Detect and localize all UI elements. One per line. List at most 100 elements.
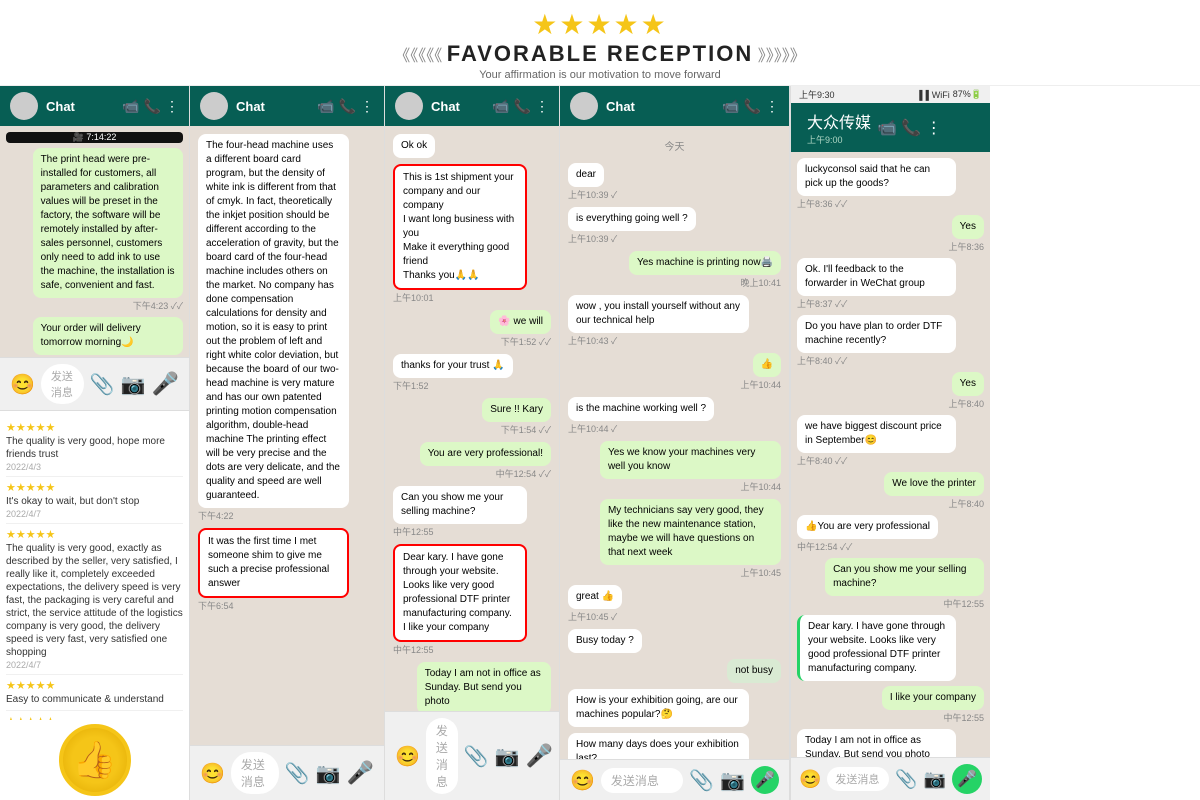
chat1-header: Chat 📹 📞 ⋮ xyxy=(0,86,189,126)
msg-bubble: thanks for your trust 🙏 xyxy=(393,354,513,378)
chat1-icons: 📹 📞 ⋮ xyxy=(122,98,179,115)
battery-icon: 87%🔋 xyxy=(953,89,982,100)
msg-bubble: Today I am not in office as Sunday. But … xyxy=(417,662,551,711)
msg-time: 中午12:55 xyxy=(943,597,984,610)
emoji-icon[interactable]: 😊 xyxy=(395,744,420,769)
msg-time: 中午12:55 xyxy=(393,525,434,538)
emoji-icon[interactable]: 😊 xyxy=(799,769,821,790)
right-chat-name: 大众传媒 xyxy=(807,109,871,133)
msg-row: I like your company 中午12:55 xyxy=(882,686,984,724)
wifi-icon: WiFi xyxy=(932,90,950,100)
star-rating: ★★★★★ xyxy=(0,8,1200,41)
msg-bubble: Your order will delivery tomorrow mornin… xyxy=(33,317,183,355)
send-icon[interactable]: 🎤 xyxy=(347,760,374,786)
camera-icon[interactable]: 📷 xyxy=(316,761,341,786)
msg-bubble: Yes we know your machines very well you … xyxy=(600,441,781,479)
msg-bubble: The four-head machine uses a different b… xyxy=(198,134,349,508)
msg-time: 上午8:40 xyxy=(948,497,984,510)
page-title: FAVORABLE RECEPTION xyxy=(447,41,754,66)
review-stars: ★★★★★ xyxy=(6,528,183,541)
attach-icon[interactable]: 📎 xyxy=(689,768,714,793)
msg-row: Yes 上午8:40 xyxy=(948,372,984,410)
msg-row: dear 上午10:39 ✓ xyxy=(568,163,617,201)
msg-row: Do you have plan to order DTF machine re… xyxy=(797,315,956,367)
attach-icon[interactable]: 📎 xyxy=(895,769,917,790)
msg-bubble: Busy today ? xyxy=(568,629,642,653)
msg-bubble: The print head were pre-installed for cu… xyxy=(33,148,183,298)
msg-bubble: Today I am not in office as Sunday. But … xyxy=(797,729,956,757)
camera-icon[interactable]: 📷 xyxy=(121,372,146,397)
msg-time: 下午1:54 ✓✓ xyxy=(501,423,551,436)
msg-row: luckyconsol said that he can pick up the… xyxy=(797,158,956,210)
panel-chat3: Chat 📹 📞 ⋮ Ok ok This is 1st shipment yo… xyxy=(385,86,560,800)
msg-time: 下午1:52 ✓✓ xyxy=(501,335,551,348)
message-input[interactable]: 发送消息 xyxy=(426,718,458,794)
msg-bubble: Dear kary. I have gone through your webs… xyxy=(797,615,956,681)
emoji-icon[interactable]: 😊 xyxy=(200,761,225,786)
message-input[interactable]: 发送消息 xyxy=(827,767,889,791)
camera-icon[interactable]: 📷 xyxy=(495,744,520,769)
msg-bubble: Do you have plan to order DTF machine re… xyxy=(797,315,956,353)
review-item: ★★★★★ It's okay to wait, but don't stop … xyxy=(6,477,183,524)
msg-time: 中午12:55 xyxy=(393,643,434,656)
right-chevrons: 》》》》》 xyxy=(758,48,806,65)
msg-bubble: Can you show me your selling machine? xyxy=(393,486,527,524)
right-chat-time: 上午9:00 xyxy=(807,133,871,146)
msg-bubble: dear xyxy=(568,163,604,187)
send-icon[interactable]: 🎤 xyxy=(152,371,179,397)
msg-bubble: Sure !! Kary xyxy=(482,398,551,422)
msg-time: 中午12:55 xyxy=(943,711,984,724)
review-text: Easy to communicate & understand xyxy=(6,693,183,706)
send-icon[interactable]: 🎤 xyxy=(751,766,779,794)
msg-time: 上午8:40 xyxy=(948,397,984,410)
message-input[interactable]: 发送消息 xyxy=(41,364,84,404)
panel-chat2: Chat 📹 📞 ⋮ The four-head machine uses a … xyxy=(190,86,385,800)
send-button[interactable]: 🎤 xyxy=(952,764,982,794)
msg-row: How is your exhibition going, are our ma… xyxy=(568,689,749,727)
chat2-body: The four-head machine uses a different b… xyxy=(190,126,384,745)
avatar xyxy=(395,92,423,120)
msg-bubble-highlighted: Dear kary. I have gone through your webs… xyxy=(393,544,527,642)
chat3-header: Chat 📹 📞 ⋮ xyxy=(385,86,559,126)
message-input[interactable]: 发送消息 xyxy=(601,768,683,793)
emoji-icon[interactable]: 😊 xyxy=(10,372,35,397)
msg-time: 上午10:45 ✓ xyxy=(568,610,617,623)
review-date: 2022/4/7 xyxy=(6,509,183,519)
attach-icon[interactable]: 📎 xyxy=(285,761,310,786)
attach-icon[interactable]: 📎 xyxy=(464,744,489,769)
thumbs-up-icon: 👍 xyxy=(59,724,131,796)
msg-row: We love the printer 上午8:40 xyxy=(884,472,984,510)
review-date: 2022/4/3 xyxy=(6,462,183,472)
review-item: ★★★★★ Good xyxy=(6,711,183,720)
msg-time: 下午4:22 xyxy=(198,509,234,522)
msg-row: Yes we know your machines very well you … xyxy=(600,441,781,493)
chat1-footer: 😊 发送消息 📎 📷 🎤 xyxy=(0,357,189,410)
msg-bubble: wow , you install yourself without any o… xyxy=(568,295,749,333)
msg-row: great 👍 上午10:45 ✓ xyxy=(568,585,622,623)
msg-row: we have biggest discount price in Septem… xyxy=(797,415,956,467)
emoji-icon[interactable]: 😊 xyxy=(570,768,595,793)
status-time: 上午9:30 xyxy=(799,88,835,101)
msg-row: Ok ok xyxy=(393,134,435,158)
right-chat-header: 大众传媒 上午9:00 📹 📞 ⋮ xyxy=(791,103,990,152)
message-input[interactable]: 发送消息 xyxy=(231,752,279,794)
right-chat-icons: 📹 📞 ⋮ xyxy=(877,118,942,138)
chat3-body: Ok ok This is 1st shipment your company … xyxy=(385,126,559,711)
attach-icon[interactable]: 📎 xyxy=(90,372,115,397)
msg-bubble: Yes xyxy=(952,372,984,396)
msg-bubble: My technicians say very good, they like … xyxy=(600,499,781,565)
camera-icon[interactable]: 📷 xyxy=(924,769,946,790)
review-stars: ★★★★★ xyxy=(6,481,183,494)
review-stars: ★★★★★ xyxy=(6,679,183,692)
chat3-icons: 📹 📞 ⋮ xyxy=(492,98,549,115)
chat4-name: Chat xyxy=(606,99,635,114)
msg-time: 晚上10:41 xyxy=(740,276,781,289)
page-subtitle: Your affirmation is our motivation to mo… xyxy=(0,69,1200,81)
msg-bubble: 👍 xyxy=(753,353,781,377)
camera-icon[interactable]: 📷 xyxy=(720,768,745,793)
review-stars: ★★★★★ xyxy=(6,421,183,434)
msg-time: 上午10:39 ✓ xyxy=(568,232,617,245)
send-icon[interactable]: 🎤 xyxy=(526,743,553,769)
msg-bubble: not busy xyxy=(727,659,781,683)
msg-row: The four-head machine uses a different b… xyxy=(198,134,349,522)
